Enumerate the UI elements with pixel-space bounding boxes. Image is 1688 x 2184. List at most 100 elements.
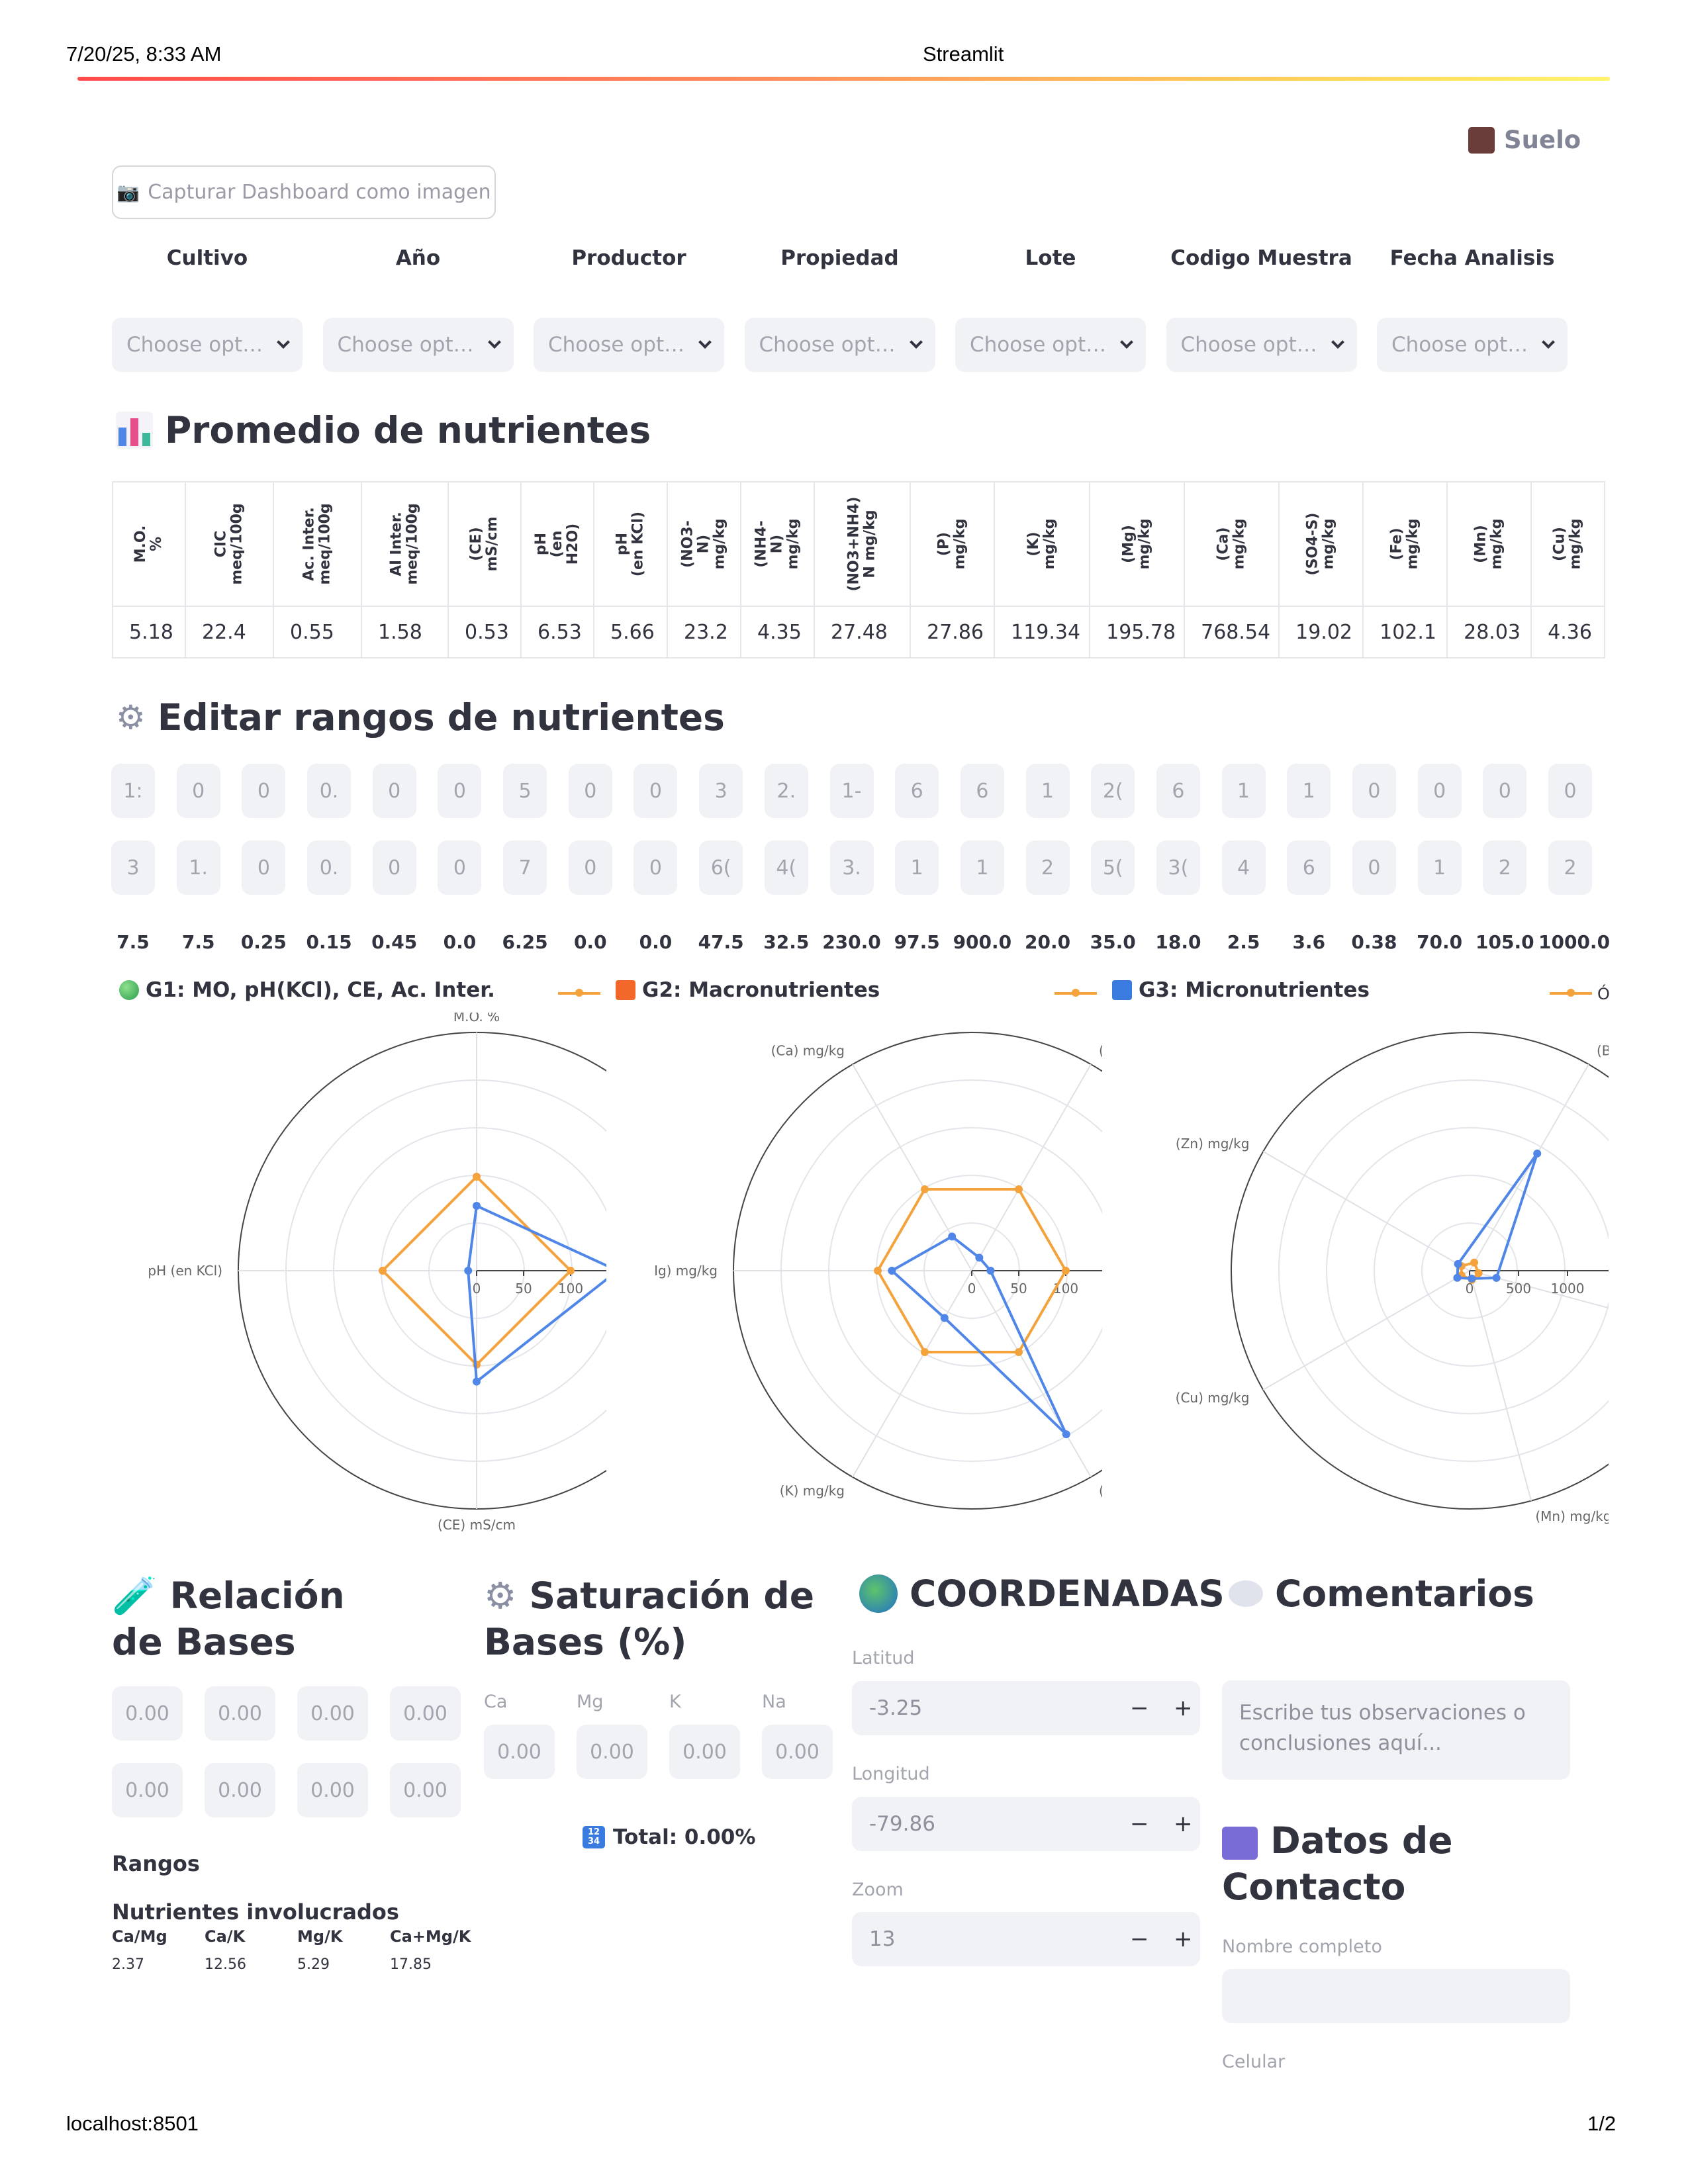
filter-select-5[interactable]: Choose opt… bbox=[1166, 318, 1357, 372]
optimo-value: 35.0 bbox=[1090, 931, 1136, 953]
comentarios-textarea[interactable]: Escribe tus observaciones o conclusiones… bbox=[1222, 1680, 1570, 1780]
filter-select-0[interactable]: Choose opt… bbox=[112, 318, 303, 372]
range-min-input[interactable]: 2. bbox=[764, 764, 808, 818]
relacion-input[interactable]: 0.00 bbox=[112, 1686, 183, 1741]
filter-label-1: Año bbox=[395, 246, 441, 270]
relacion-input[interactable]: 0.00 bbox=[390, 1686, 461, 1741]
range-max-input[interactable]: 5( bbox=[1091, 841, 1135, 895]
range-min-input[interactable]: 1 bbox=[1025, 764, 1070, 818]
range-max-input[interactable]: 3( bbox=[1156, 841, 1200, 895]
range-max-input[interactable]: 3. bbox=[829, 841, 874, 895]
saturacion-input[interactable]: 0.00 bbox=[484, 1725, 555, 1779]
range-max-input[interactable]: 1 bbox=[895, 841, 939, 895]
ratio-name: Ca/K bbox=[205, 1927, 246, 1946]
range-min-input[interactable]: 0 bbox=[568, 764, 612, 818]
filter-select-3[interactable]: Choose opt… bbox=[744, 318, 935, 372]
range-max-input[interactable]: 0 bbox=[568, 841, 612, 895]
range-min-input[interactable]: 6 bbox=[960, 764, 1004, 818]
radar-series-point bbox=[1062, 1267, 1070, 1275]
longitud-input[interactable]: -79.86 − + bbox=[852, 1797, 1200, 1851]
range-max-input[interactable]: 2 bbox=[1483, 841, 1527, 895]
saturacion-input[interactable]: 0.00 bbox=[669, 1725, 740, 1779]
table-header-text: Al Inter. meq/100g bbox=[388, 503, 421, 585]
table-cell: 23.2 bbox=[667, 606, 741, 659]
range-min-input[interactable]: 3 bbox=[699, 764, 743, 818]
range-max-input[interactable]: 4( bbox=[764, 841, 808, 895]
relacion-input[interactable]: 0.00 bbox=[297, 1686, 368, 1741]
range-max-input[interactable]: 6 bbox=[1287, 841, 1331, 895]
range-min-input[interactable]: 0 bbox=[1483, 764, 1527, 818]
zoom-label: Zoom bbox=[852, 1880, 904, 1900]
range-max-input[interactable]: 1 bbox=[1417, 841, 1462, 895]
relacion-input[interactable]: 0.00 bbox=[297, 1763, 368, 1817]
decrement-icon[interactable]: − bbox=[1130, 1811, 1149, 1837]
optimo-value: 0.0 bbox=[639, 931, 673, 953]
capture-dashboard-button[interactable]: 📷 Capturar Dashboard como imagen bbox=[112, 165, 496, 219]
filter-label-0: Cultivo bbox=[166, 246, 248, 270]
table-header-text: (Mg) mg/kg bbox=[1120, 518, 1153, 570]
table-header-cell: Al Inter. meq/100g bbox=[361, 481, 449, 607]
zoom-input[interactable]: 13 − + bbox=[852, 1912, 1200, 1966]
filter-select-4[interactable]: Choose opt… bbox=[955, 318, 1146, 372]
range-min-input[interactable]: 5 bbox=[503, 764, 547, 818]
range-max-input[interactable]: 0 bbox=[242, 841, 286, 895]
range-min-input[interactable]: 1 bbox=[1221, 764, 1266, 818]
range-min-input[interactable]: 0 bbox=[242, 764, 286, 818]
range-max-input[interactable]: 2 bbox=[1025, 841, 1070, 895]
radar-spoke bbox=[1469, 1064, 1589, 1271]
range-min-input[interactable]: 1: bbox=[111, 764, 155, 818]
range-max-input[interactable]: 3 bbox=[111, 841, 155, 895]
range-max-input[interactable]: 1. bbox=[176, 841, 220, 895]
table-header-cell: pH (en H2O) bbox=[520, 481, 594, 607]
range-max-input[interactable]: 0. bbox=[307, 841, 352, 895]
saturacion-total: 12 34 Total: 0.00% bbox=[583, 1825, 755, 1849]
increment-icon[interactable]: + bbox=[1174, 1811, 1193, 1837]
test-tube-icon: 🧪 bbox=[112, 1574, 158, 1617]
range-min-input[interactable]: 1- bbox=[829, 764, 874, 818]
relacion-input[interactable]: 0.00 bbox=[112, 1763, 183, 1817]
filter-select-2[interactable]: Choose opt… bbox=[534, 318, 724, 372]
saturacion-input[interactable]: 0.00 bbox=[577, 1725, 647, 1779]
range-max-input[interactable]: 0 bbox=[438, 841, 482, 895]
latitud-input[interactable]: -3.25 − + bbox=[852, 1681, 1200, 1735]
range-max-input[interactable]: 7 bbox=[503, 841, 547, 895]
saturacion-input[interactable]: 0.00 bbox=[762, 1725, 833, 1779]
table-cell: 119.34 bbox=[994, 606, 1091, 659]
range-max-input[interactable]: 4 bbox=[1221, 841, 1266, 895]
filter-select-1[interactable]: Choose opt… bbox=[322, 318, 514, 372]
range-min-input[interactable]: 0. bbox=[307, 764, 352, 818]
decrement-icon[interactable]: − bbox=[1130, 1695, 1149, 1721]
nombre-input[interactable] bbox=[1222, 1969, 1570, 2023]
range-max-input[interactable]: 0 bbox=[372, 841, 416, 895]
table-cell: 102.1 bbox=[1362, 606, 1448, 659]
range-min-input[interactable]: 0 bbox=[438, 764, 482, 818]
radar-tick-label: 0 bbox=[968, 1281, 976, 1297]
range-min-input[interactable]: 6 bbox=[1156, 764, 1200, 818]
range-min-input[interactable]: 0 bbox=[633, 764, 678, 818]
table-header-text: (P) mg/kg bbox=[935, 518, 968, 570]
range-max-input[interactable]: 6( bbox=[699, 841, 743, 895]
relacion-input[interactable]: 0.00 bbox=[205, 1763, 275, 1817]
relacion-input[interactable]: 0.00 bbox=[205, 1686, 275, 1741]
increment-icon[interactable]: + bbox=[1174, 1926, 1193, 1952]
range-max-input[interactable]: 0 bbox=[1352, 841, 1396, 895]
range-max-input[interactable]: 1 bbox=[960, 841, 1004, 895]
radar-spoke bbox=[1262, 1151, 1470, 1271]
range-min-input[interactable]: 2( bbox=[1091, 764, 1135, 818]
range-min-input[interactable]: 6 bbox=[895, 764, 939, 818]
filter-select-6[interactable]: Choose opt… bbox=[1377, 318, 1568, 372]
radar-series-point bbox=[473, 1377, 481, 1386]
range-max-input[interactable]: 2 bbox=[1548, 841, 1592, 895]
range-min-input[interactable]: 1 bbox=[1287, 764, 1331, 818]
relacion-input[interactable]: 0.00 bbox=[390, 1763, 461, 1817]
range-min-input[interactable]: 0 bbox=[1548, 764, 1592, 818]
increment-icon[interactable]: + bbox=[1174, 1695, 1193, 1721]
range-min-input[interactable]: 0 bbox=[372, 764, 416, 818]
decrement-icon[interactable]: − bbox=[1130, 1926, 1149, 1952]
range-max-input[interactable]: 0 bbox=[633, 841, 678, 895]
rangos-title-text: Editar rangos de nutrientes bbox=[157, 696, 725, 739]
nombre-label: Nombre completo bbox=[1222, 1936, 1382, 1957]
range-min-input[interactable]: 0 bbox=[1352, 764, 1396, 818]
range-min-input[interactable]: 0 bbox=[176, 764, 220, 818]
range-min-input[interactable]: 0 bbox=[1417, 764, 1462, 818]
